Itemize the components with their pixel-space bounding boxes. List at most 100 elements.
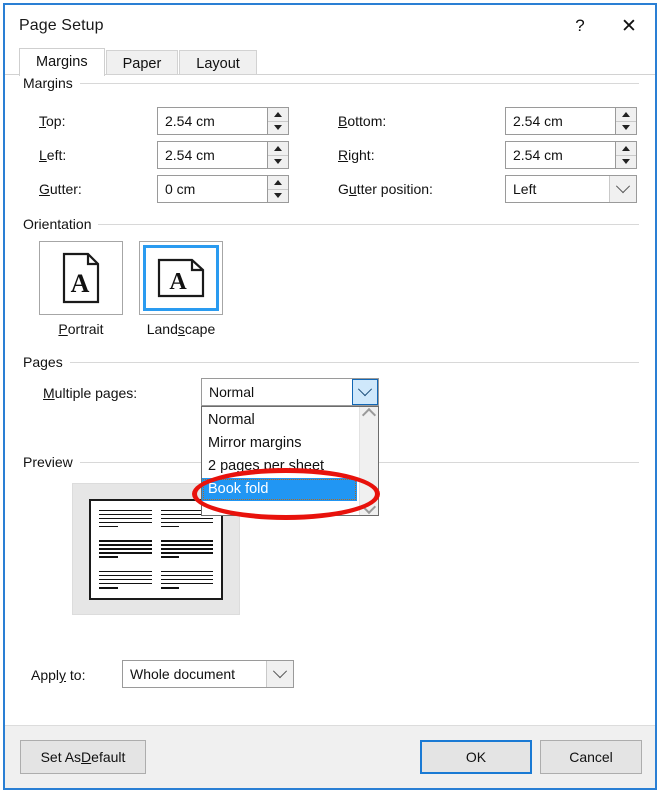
dropdown-option-book-fold[interactable]: Book fold: [202, 478, 357, 501]
top-margin-spinner[interactable]: 2.54 cm: [157, 107, 289, 135]
triangle-down-icon: [274, 193, 282, 199]
close-button[interactable]: ✕: [603, 5, 655, 47]
gutter-spinner[interactable]: 0 cm: [157, 175, 289, 203]
gutter-input[interactable]: 0 cm: [157, 175, 267, 203]
preview-text-line: [99, 552, 152, 554]
page-setup-dialog: Page Setup ? ✕ Margins Paper Layout Marg…: [3, 3, 657, 790]
gutter-decrement[interactable]: [268, 189, 288, 202]
preview-paragraph: [99, 509, 152, 528]
top-margin-increment[interactable]: [268, 108, 288, 122]
multiple-pages-combo[interactable]: Normal: [201, 378, 379, 406]
cancel-button[interactable]: Cancel: [540, 740, 642, 774]
left-margin-stepper[interactable]: [267, 141, 289, 169]
group-divider: [98, 223, 639, 225]
left-margin-spinner[interactable]: 2.54 cm: [157, 141, 289, 169]
left-margin-label: Left:: [39, 147, 67, 163]
top-margin-input[interactable]: 2.54 cm: [157, 107, 267, 135]
preview-text-line: [160, 525, 180, 528]
gutter-label: Gutter:: [39, 181, 82, 197]
dialog-footer: Set As Default OK Cancel: [5, 725, 655, 788]
apply-to-dropdown-button[interactable]: [266, 661, 293, 687]
gutter-position-dropdown-button[interactable]: [609, 176, 636, 202]
pages-group-header: Pages: [23, 354, 639, 370]
right-margin-spinner[interactable]: 2.54 cm: [505, 141, 637, 169]
tab-margins[interactable]: Margins: [19, 48, 105, 76]
title-bar-buttons: ? ✕: [557, 5, 655, 47]
bottom-margin-spinner[interactable]: 2.54 cm: [505, 107, 637, 135]
gutter-stepper[interactable]: [267, 175, 289, 203]
margins-group-header: Margins: [23, 75, 639, 91]
svg-text:A: A: [169, 269, 187, 295]
close-x-icon: ✕: [621, 15, 637, 37]
top-margin-stepper[interactable]: [267, 107, 289, 135]
triangle-down-icon: [622, 159, 630, 165]
right-margin-increment[interactable]: [616, 142, 636, 156]
dropdown-option-normal[interactable]: Normal: [202, 409, 359, 432]
orientation-portrait-option[interactable]: A: [39, 241, 123, 315]
preview-column-left: [99, 509, 152, 589]
chevron-down-icon: [272, 664, 288, 679]
right-margin-decrement[interactable]: [616, 155, 636, 168]
preview-text-line: [99, 517, 152, 520]
title-bar: Page Setup ? ✕: [5, 5, 655, 47]
bottom-margin-stepper[interactable]: [615, 107, 637, 135]
right-margin-stepper[interactable]: [615, 141, 637, 169]
dropdown-option-mirror-margins[interactable]: Mirror margins: [202, 432, 359, 455]
dropdown-scrollbar[interactable]: [359, 407, 378, 515]
tab-layout[interactable]: Layout: [179, 50, 257, 76]
question-mark-icon: ?: [575, 16, 585, 35]
ok-button[interactable]: OK: [420, 740, 532, 774]
scroll-up-icon[interactable]: [361, 407, 377, 423]
preview-text-line: [99, 574, 152, 577]
multiple-pages-value: Normal: [209, 384, 255, 400]
set-as-default-button[interactable]: Set As Default: [20, 740, 146, 774]
triangle-up-icon: [622, 145, 630, 151]
dropdown-option-label: Mirror margins: [208, 435, 302, 451]
left-margin-increment[interactable]: [268, 142, 288, 156]
bottom-margin-decrement[interactable]: [616, 121, 636, 134]
orientation-group-header: Orientation: [23, 216, 639, 232]
right-margin-input[interactable]: 2.54 cm: [505, 141, 615, 169]
multiple-pages-dropdown-button[interactable]: [352, 379, 378, 405]
orientation-landscape-label: Landscape: [146, 321, 216, 337]
triangle-up-icon: [274, 111, 282, 117]
preview-text-line: [99, 586, 118, 589]
preview-text-line: [99, 540, 152, 542]
bottom-margin-increment[interactable]: [616, 108, 636, 122]
scroll-down-icon[interactable]: [361, 499, 377, 515]
group-divider: [79, 82, 639, 84]
dropdown-option-label: Normal: [208, 412, 255, 428]
gutter-position-label: Gutter position:: [338, 181, 433, 197]
gutter-position-value: Left: [513, 181, 537, 197]
dropdown-option-label: 2 pages per sheet: [208, 458, 325, 474]
chevron-down-icon: [615, 179, 631, 194]
dropdown-option-2-pages-per-sheet[interactable]: 2 pages per sheet: [202, 455, 359, 478]
gutter-position-combo[interactable]: Left: [505, 175, 637, 203]
right-margin-label: Right:: [338, 147, 375, 163]
preview-text-line: [160, 570, 213, 573]
help-button[interactable]: ?: [557, 5, 603, 47]
landscape-page-icon: A: [157, 258, 205, 298]
preview-paragraph: [99, 540, 152, 558]
gutter-increment[interactable]: [268, 176, 288, 190]
triangle-down-icon: [274, 125, 282, 131]
ok-button-label: OK: [465, 749, 487, 765]
preview-text-line: [160, 548, 213, 550]
left-margin-decrement[interactable]: [268, 155, 288, 168]
dropdown-items: Normal Mirror margins 2 pages per sheet …: [202, 407, 359, 515]
selection-highlight: A: [143, 245, 219, 311]
orientation-landscape-option[interactable]: A: [139, 241, 223, 315]
left-margin-input[interactable]: 2.54 cm: [157, 141, 267, 169]
top-margin-decrement[interactable]: [268, 121, 288, 134]
preview-text-line: [160, 552, 213, 554]
tab-margins-label: Margins: [36, 54, 88, 70]
bottom-margin-input[interactable]: 2.54 cm: [505, 107, 615, 135]
chevron-down-icon: [357, 382, 373, 397]
cancel-button-label: Cancel: [569, 749, 613, 765]
tab-paper[interactable]: Paper: [105, 50, 179, 76]
portrait-page-icon: A: [62, 252, 100, 304]
margins-tab-panel: Margins Top: 2.54 cm Bottom: 2.54 cm Lef…: [5, 74, 655, 725]
apply-to-combo[interactable]: Whole document: [122, 660, 294, 688]
multiple-pages-dropdown-list[interactable]: Normal Mirror margins 2 pages per sheet …: [201, 406, 379, 516]
preview-text-line: [99, 578, 152, 581]
